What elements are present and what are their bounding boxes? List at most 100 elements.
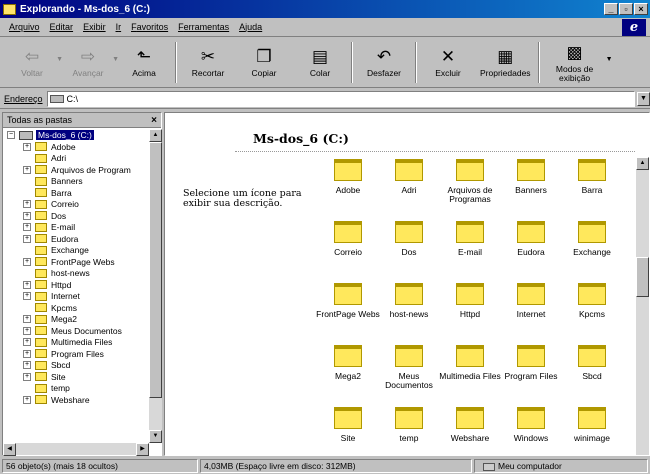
folder-item[interactable]: Arquivos de Programas — [437, 159, 503, 204]
folder-item[interactable]: Adobe — [315, 159, 381, 195]
tree-item[interactable]: + Meus Documentos — [3, 325, 149, 337]
tree-item[interactable]: + Sbcd — [3, 360, 149, 372]
folder-item[interactable]: Correio — [315, 221, 381, 257]
folder-item[interactable]: Adri — [376, 159, 442, 195]
back-button[interactable]: ⇦ Voltar ▼ — [4, 38, 63, 87]
contents-vertical-scrollbar[interactable]: ▲ — [636, 157, 649, 455]
expand-icon[interactable]: + — [23, 372, 31, 381]
folder-item[interactable]: Site — [315, 407, 381, 443]
close-pane-icon[interactable]: × — [151, 115, 157, 126]
folder-item[interactable]: Windows — [498, 407, 564, 443]
folder-item[interactable]: Sbcd — [559, 345, 625, 381]
undo-button[interactable]: ↶ Desfazer — [356, 38, 412, 87]
tree-item[interactable]: + Mega2 — [3, 314, 149, 326]
minimize-button[interactable]: _ — [604, 3, 618, 15]
tree-item[interactable]: Barra — [3, 187, 149, 199]
maximize-button[interactable]: ▫ — [619, 3, 633, 15]
tree-item[interactable]: + Multimedia Files — [3, 337, 149, 349]
expand-icon[interactable]: + — [23, 315, 31, 324]
tree-item[interactable]: + Program Files — [3, 348, 149, 360]
tree-item[interactable]: host-news — [3, 268, 149, 280]
tree-item[interactable]: + Internet — [3, 291, 149, 303]
tree-item[interactable]: Adri — [3, 153, 149, 165]
expand-icon[interactable]: + — [23, 349, 31, 358]
tree-item[interactable]: Kpcms — [3, 302, 149, 314]
paste-button[interactable]: ▤ Colar — [292, 38, 348, 87]
scroll-thumb[interactable] — [636, 257, 649, 297]
folder-item[interactable]: FrontPage Webs — [315, 283, 381, 319]
folder-item[interactable]: host-news — [376, 283, 442, 319]
tree-item[interactable]: + Arquivos de Program — [3, 164, 149, 176]
expand-icon[interactable]: + — [23, 223, 31, 232]
scroll-left-icon[interactable]: ◀ — [3, 443, 16, 456]
folder-item[interactable]: Barra — [559, 159, 625, 195]
expand-icon[interactable]: + — [23, 395, 31, 404]
expand-icon[interactable]: + — [23, 234, 31, 243]
tree-item[interactable]: + Correio — [3, 199, 149, 211]
tree-item[interactable]: + FrontPage Webs — [3, 256, 149, 268]
tree-vertical-scrollbar[interactable]: ▲ ▼ — [149, 129, 162, 443]
folder-item[interactable]: winimage — [559, 407, 625, 443]
tree-item[interactable]: Exchange — [3, 245, 149, 257]
address-input[interactable]: C:\ — [46, 90, 635, 107]
expand-icon[interactable]: + — [23, 200, 31, 209]
menu-arquivo[interactable]: Arquivo — [4, 22, 45, 32]
folder-item[interactable]: Internet — [498, 283, 564, 319]
scroll-right-icon[interactable]: ▶ — [136, 443, 149, 456]
explorer-window-icon[interactable] — [3, 3, 16, 15]
expand-icon[interactable]: + — [23, 292, 31, 301]
tree-horizontal-scrollbar[interactable]: ◀ ▶ — [3, 443, 149, 456]
menu-exibir[interactable]: Exibir — [78, 22, 111, 32]
tree-item[interactable]: + Eudora — [3, 233, 149, 245]
scroll-down-icon[interactable]: ▼ — [149, 430, 162, 443]
folder-item[interactable]: Kpcms — [559, 283, 625, 319]
expand-icon[interactable]: + — [23, 211, 31, 220]
folder-item[interactable]: Banners — [498, 159, 564, 195]
cut-button[interactable]: ✂ Recortar — [180, 38, 236, 87]
expand-icon[interactable]: + — [23, 338, 31, 347]
menu-favoritos[interactable]: Favoritos — [126, 22, 173, 32]
folder-item[interactable]: Exchange — [559, 221, 625, 257]
scroll-thumb[interactable] — [149, 142, 162, 398]
folder-item[interactable]: Dos — [376, 221, 442, 257]
expand-icon[interactable]: + — [23, 142, 31, 151]
expand-icon[interactable]: + — [23, 280, 31, 289]
tree-item[interactable]: + E-mail — [3, 222, 149, 234]
tree-root-drive[interactable]: − Ms-dos_6 (C:) — [3, 129, 149, 141]
folder-item[interactable]: Meus Documentos — [376, 345, 442, 390]
tree-item[interactable]: + Httpd — [3, 279, 149, 291]
folder-item[interactable]: Eudora — [498, 221, 564, 257]
tree-item[interactable]: + Dos — [3, 210, 149, 222]
tree-item[interactable]: + Webshare — [3, 394, 149, 406]
expand-icon[interactable]: + — [23, 257, 31, 266]
menu-ajuda[interactable]: Ajuda — [234, 22, 267, 32]
views-button[interactable]: ▩ Modos de exibição ▼ — [543, 38, 613, 87]
delete-button[interactable]: ✕ Excluir — [420, 38, 476, 87]
expand-icon[interactable]: + — [23, 326, 31, 335]
expand-icon[interactable]: + — [23, 361, 31, 370]
folder-item[interactable]: temp — [376, 407, 442, 443]
menu-ir[interactable]: Ir — [111, 22, 127, 32]
expand-icon[interactable]: + — [23, 165, 31, 174]
folder-item[interactable]: Httpd — [437, 283, 503, 319]
menu-ferramentas[interactable]: Ferramentas — [173, 22, 234, 32]
folder-item[interactable]: Mega2 — [315, 345, 381, 381]
forward-button[interactable]: ⇨ Avançar ▼ — [60, 38, 119, 87]
folder-item[interactable]: Webshare — [437, 407, 503, 443]
tree-item[interactable]: Banners — [3, 176, 149, 188]
folder-item[interactable]: E-mail — [437, 221, 503, 257]
folder-item[interactable]: Multimedia Files — [437, 345, 503, 381]
scroll-up-icon[interactable]: ▲ — [149, 129, 162, 142]
folder-item[interactable]: Program Files — [498, 345, 564, 381]
copy-button[interactable]: ❐ Copiar — [236, 38, 292, 87]
tree-item[interactable]: temp — [3, 383, 149, 395]
views-dropdown-icon[interactable]: ▼ — [606, 56, 613, 63]
menu-editar[interactable]: Editar — [45, 22, 79, 32]
up-button[interactable]: ⬑ Acima — [116, 38, 172, 87]
collapse-icon[interactable]: − — [7, 131, 15, 139]
tree-item[interactable]: + Site — [3, 371, 149, 383]
close-button[interactable]: × — [634, 3, 648, 15]
properties-button[interactable]: ▦ Propriedades — [476, 38, 535, 87]
scroll-up-icon[interactable]: ▲ — [636, 157, 649, 170]
tree-item[interactable]: + Adobe — [3, 141, 149, 153]
